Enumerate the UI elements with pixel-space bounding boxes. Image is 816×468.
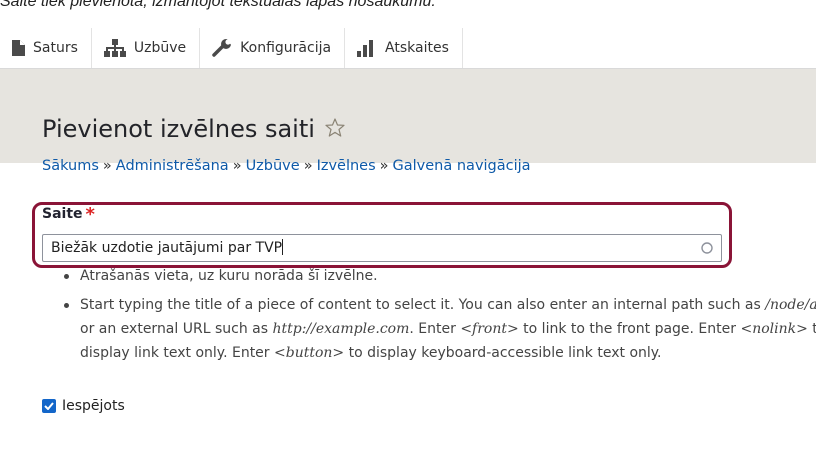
page-title: Pievienot izvēlnes saiti — [42, 113, 345, 145]
breadcrumb-separator: » — [379, 158, 389, 174]
link-input[interactable]: Biežāk uzdotie jautājumi par TVP — [42, 234, 722, 262]
breadcrumb-link-main-navigation[interactable]: Galvenā navigācija — [393, 158, 531, 174]
enabled-checkbox-row[interactable]: Iespējots — [42, 398, 125, 414]
toolbar-item-content[interactable]: Saturs — [0, 28, 92, 68]
autocomplete-throbber-icon — [701, 242, 713, 254]
description-item: Start typing the title of a piece of con… — [60, 293, 816, 365]
description-example: <button> — [274, 345, 345, 361]
screenshot-caption: Saite tiek pievienota, izmantojot tekstu… — [0, 0, 436, 10]
toolbar-item-reports[interactable]: Atskaites — [345, 28, 463, 68]
check-icon — [44, 402, 54, 410]
description-text: Start typing the title of a piece of con… — [80, 297, 766, 313]
toolbar-item-label: Atskaites — [385, 40, 449, 56]
text-caret — [282, 239, 284, 255]
breadcrumb-separator: » — [232, 158, 242, 174]
enabled-checkbox[interactable] — [42, 399, 56, 413]
page-header: Pievienot izvēlnes saiti — [0, 69, 816, 163]
bar-chart-icon — [357, 39, 374, 57]
description-text: or an external URL such as — [80, 321, 273, 337]
toolbar-item-configuration[interactable]: Konfigurācija — [200, 28, 346, 68]
link-input-value: Biežāk uzdotie jautājumi par TVP — [51, 240, 283, 256]
toolbar-item-label: Konfigurācija — [240, 40, 332, 56]
sitemap-icon — [103, 39, 126, 57]
admin-toolbar: Saturs Uzbūve Konfigurācija Atskaites — [0, 28, 816, 69]
breadcrumb-link-structure[interactable]: Uzbūve — [246, 158, 300, 174]
description-text: . Enter — [409, 321, 461, 337]
toolbar-item-label: Uzbūve — [133, 40, 187, 56]
wrench-icon — [212, 39, 233, 57]
breadcrumb-link-administration[interactable]: Administrēšana — [116, 158, 229, 174]
link-field-label-text: Saite — [42, 206, 83, 222]
required-marker: * — [85, 204, 95, 225]
description-example: /node/add — [765, 297, 816, 313]
link-field-label: Saite * — [42, 204, 95, 225]
enabled-label: Iespējots — [62, 398, 125, 414]
description-example: <front> — [460, 321, 519, 337]
star-outline-icon[interactable] — [325, 113, 345, 145]
description-item: Atrašanās vieta, uz kuru norāda šī izvēl… — [60, 264, 816, 288]
breadcrumb-separator: » — [303, 158, 313, 174]
breadcrumb-separator: » — [102, 158, 112, 174]
toolbar-item-label: Saturs — [33, 40, 78, 56]
description-text: to link to the front page. Enter — [518, 321, 741, 337]
file-icon — [12, 40, 25, 56]
breadcrumb-link-home[interactable]: Sākums — [42, 158, 99, 174]
description-text: to display keyboard-accessible link text… — [344, 345, 662, 361]
description-example: <nolink> — [740, 321, 808, 337]
page-title-text: Pievienot izvēlnes saiti — [42, 115, 315, 143]
breadcrumb-link-menus[interactable]: Izvēlnes — [317, 158, 376, 174]
toolbar-item-structure[interactable]: Uzbūve — [92, 28, 201, 68]
link-field-description: Atrašanās vieta, uz kuru norāda šī izvēl… — [60, 268, 816, 365]
breadcrumb: Sākums» Administrēšana» Uzbūve» Izvēlnes» Ga… — [42, 155, 531, 177]
description-example: http://example.com — [272, 321, 410, 337]
